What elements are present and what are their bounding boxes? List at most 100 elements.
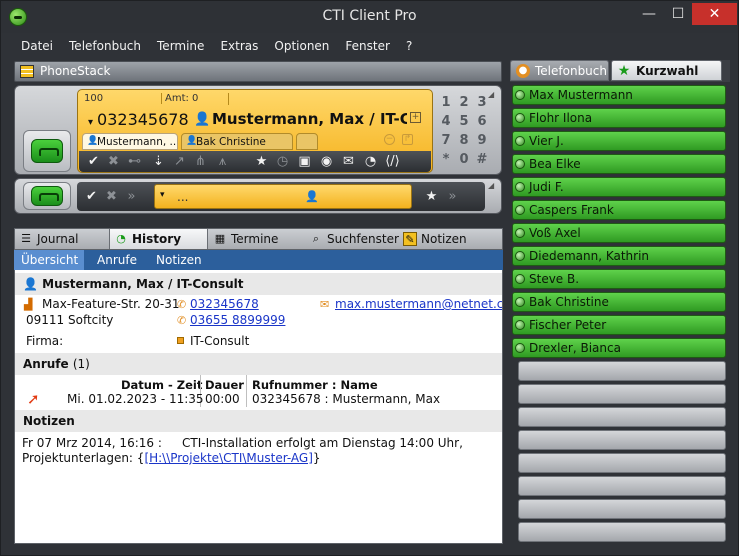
speed-dial-item[interactable]: Judi F. [512, 177, 726, 197]
accept-icon[interactable]: ✔ [85, 153, 102, 170]
code-icon[interactable]: ⟨/⟩ [384, 153, 401, 170]
minimize-button[interactable]: — [635, 3, 663, 25]
key-8[interactable]: 8 [455, 132, 473, 150]
mail-icon[interactable]: ✉ [340, 153, 357, 170]
key-0[interactable]: 0 [455, 151, 473, 169]
menu-termine[interactable]: Termine [149, 37, 212, 57]
tab-notizen[interactable]: ✎ Notizen [399, 229, 495, 249]
speed-dial-item[interactable]: Caspers Frank [512, 200, 726, 220]
tab-termine[interactable]: ▦ Termine [209, 229, 304, 249]
conference-icon[interactable]: ⋔ [192, 153, 209, 170]
key-6[interactable]: 6 [473, 113, 491, 131]
notes-heading: Notizen [15, 410, 502, 432]
key-hash[interactable]: # [473, 151, 491, 169]
transfer-down-icon[interactable]: ⇣ [150, 153, 167, 170]
speed-dial-item[interactable]: Max Mustermann [512, 85, 726, 105]
chevron-down-icon[interactable]: ▾ [160, 190, 165, 200]
maximize-button[interactable]: ☐ [664, 3, 692, 25]
speed-dial-empty-slot[interactable] [518, 430, 726, 450]
speed-dial-label: Vier J. [529, 134, 564, 148]
call-tab-mustermann[interactable]: 👤 Mustermann, ... [82, 133, 178, 150]
call-datetime[interactable]: Mi. 01.02.2023 - 11:35 [67, 392, 204, 406]
tab-suchfenster[interactable]: ⌕ Suchfenster [305, 229, 399, 249]
star-icon[interactable]: ★ [253, 153, 270, 170]
forward-icon[interactable]: ↱ [402, 134, 413, 145]
redirect-icon[interactable]: ↗ [171, 153, 188, 170]
menu-help[interactable]: ? [398, 37, 420, 57]
speed-dial-item[interactable]: Fischer Peter [512, 315, 726, 335]
hangup-button[interactable] [23, 130, 71, 172]
key-1[interactable]: 1 [437, 94, 455, 112]
reject-icon[interactable]: ✖ [103, 188, 120, 205]
speed-dial-empty-slot[interactable] [518, 499, 726, 519]
dial-input[interactable]: ▾ ... 👤 [154, 184, 412, 209]
contact-card-icon[interactable]: ▣ [296, 153, 313, 170]
tab-label: History [132, 232, 182, 246]
dial-input-value: ... [177, 190, 189, 204]
key-star[interactable]: * [437, 151, 455, 169]
speed-dial-item[interactable]: Flohr Ilona [512, 108, 726, 128]
tab-kurzwahl[interactable]: ★ Kurzwahl [611, 60, 722, 81]
key-2[interactable]: 2 [455, 94, 473, 112]
speed-dial-empty-slot[interactable] [518, 361, 726, 381]
call-tab-empty[interactable] [296, 133, 318, 150]
menu-datei[interactable]: Datei [13, 37, 61, 57]
speed-dial-item[interactable]: Voß Axel [512, 223, 726, 243]
speed-dial-item[interactable]: Vier J. [512, 131, 726, 151]
more-right-icon[interactable]: » [444, 188, 461, 205]
key-7[interactable]: 7 [437, 132, 455, 150]
call-tab-bak[interactable]: 👤 Bak Christine [181, 133, 293, 150]
tab-label: Telefonbuch [535, 64, 607, 78]
speed-dial-empty-slot[interactable] [518, 384, 726, 404]
speed-dial-item[interactable]: Diedemann, Kathrin [512, 246, 726, 266]
speed-dial-empty-slot[interactable] [518, 522, 726, 542]
hold-icon[interactable]: ⊷ [126, 153, 143, 170]
main-tabs: ☰ Journal ◔ History ▦ Termine ⌕ Suchfens… [14, 228, 503, 250]
subtab-notizen[interactable]: Notizen [149, 250, 209, 270]
tab-journal[interactable]: ☰ Journal [15, 229, 108, 249]
note-line2: Projektunterlagen: {[H:\\Projekte\CTI\Mu… [22, 451, 321, 465]
menu-fenster[interactable]: Fenster [337, 37, 398, 57]
reject-icon[interactable]: ✖ [105, 153, 122, 170]
phone-icon: ✆ [177, 298, 187, 311]
key-4[interactable]: 4 [437, 113, 455, 131]
subtab-uebersicht[interactable]: Übersicht [14, 250, 84, 270]
clock-icon[interactable]: ◔ [362, 153, 379, 170]
clock-box-icon[interactable]: ◷ [274, 153, 291, 170]
corner-arrow-icon[interactable]: ◢ [488, 181, 494, 190]
minus-icon[interactable]: − [384, 134, 395, 145]
key-9[interactable]: 9 [473, 132, 491, 150]
expand-caller-button[interactable]: + [410, 112, 421, 123]
tab-history[interactable]: ◔ History [109, 229, 208, 249]
contact-phone-1[interactable]: 032345678 [190, 297, 259, 311]
subtab-anrufe[interactable]: Anrufe [90, 250, 144, 270]
handset-icon [31, 186, 63, 206]
menu-extras[interactable]: Extras [212, 37, 266, 57]
speed-dial-empty-slot[interactable] [518, 476, 726, 496]
dial-button[interactable] [23, 182, 71, 210]
menu-telefonbuch[interactable]: Telefonbuch [61, 37, 149, 57]
active-call-card[interactable]: 100 Amt: 0 032345678 👤 Mustermann, Max /… [77, 89, 433, 173]
tab-telefonbuch[interactable]: ● Telefonbuch [510, 60, 609, 81]
speed-dial-empty-slot[interactable] [518, 453, 726, 473]
contact-phone-2[interactable]: 03655 8899999 [190, 313, 285, 327]
corner-arrow-icon[interactable]: ◢ [488, 90, 494, 99]
user-icon[interactable]: ◉ [318, 153, 335, 170]
menu-optionen[interactable]: Optionen [266, 37, 337, 57]
call-tab-label: Mustermann, ... [97, 136, 178, 148]
speed-dial-empty-slot[interactable] [518, 407, 726, 427]
speed-dial-item[interactable]: Drexler, Bianca [512, 338, 726, 358]
accept-icon[interactable]: ✔ [83, 188, 100, 205]
more-left-icon[interactable]: » [123, 188, 140, 205]
close-button[interactable]: ✕ [692, 3, 737, 25]
call-number[interactable]: 032345678 [88, 110, 189, 129]
contact-email[interactable]: max.mustermann@netnet.com [335, 297, 502, 311]
speed-dial-item[interactable]: Steve B. [512, 269, 726, 289]
key-5[interactable]: 5 [455, 113, 473, 131]
star-icon[interactable]: ★ [423, 188, 440, 205]
speed-dial-item[interactable]: Bea Elke [512, 154, 726, 174]
note-link[interactable]: [H:\\Projekte\CTI\Muster-AG] [144, 451, 312, 465]
line2-toolbar: ✔ ✖ » ▾ ... 👤 ★ » [77, 182, 485, 211]
speed-dial-item[interactable]: Bak Christine [512, 292, 726, 312]
merge-icon[interactable]: ⩚ [214, 153, 231, 170]
